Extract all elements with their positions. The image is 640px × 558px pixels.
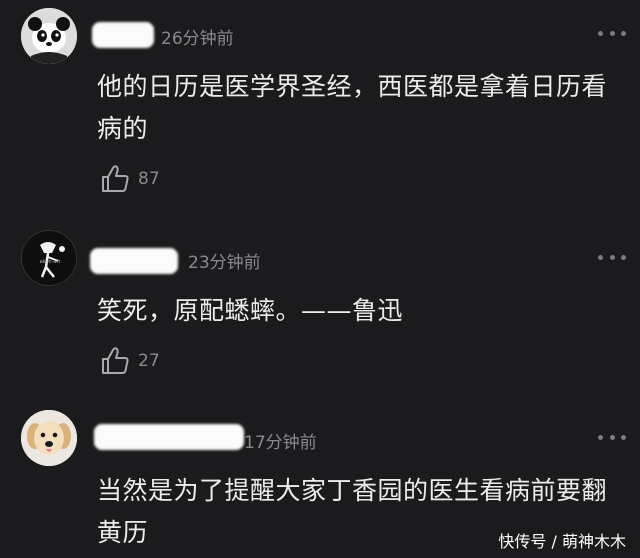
thumbs-up-icon (102, 165, 129, 192)
comment-time: 17分钟前 (244, 433, 317, 453)
sketch-figure-avatar-icon: akon·art (22, 231, 76, 285)
panda-avatar-icon (21, 8, 77, 64)
comment-time: 23分钟前 (188, 253, 261, 273)
more-options-icon[interactable] (598, 432, 626, 442)
username-redacted[interactable] (92, 22, 154, 48)
avatar[interactable] (21, 410, 77, 466)
comment-text: 笑死，原配蟋蟀。——鲁迅 (97, 296, 404, 325)
like-count: 87 (138, 169, 160, 189)
avatar[interactable]: akon·art (21, 230, 77, 286)
thumbs-up-icon (102, 347, 129, 374)
like-count: 27 (138, 351, 160, 371)
more-options-icon[interactable] (598, 28, 626, 38)
avatar[interactable] (21, 8, 77, 64)
like-button[interactable]: 27 (100, 346, 160, 376)
username-redacted[interactable] (94, 424, 244, 450)
puppy-avatar-icon (21, 410, 77, 466)
username-redacted[interactable] (90, 248, 178, 274)
svg-text:akon·art: akon·art (40, 259, 61, 265)
comment-item: akon·art 23分钟前 笑死，原配蟋蟀。——鲁迅 27 (0, 210, 640, 390)
more-options-icon[interactable] (598, 252, 626, 262)
like-button[interactable]: 87 (100, 164, 160, 194)
comment-item: 26分钟前 他的日历是医学界圣经，西医都是拿着日历看病的 87 (0, 0, 640, 210)
source-watermark: 快传号 / 萌神木木 (498, 532, 626, 551)
comment-time: 26分钟前 (161, 29, 234, 49)
comment-text: 他的日历是医学界圣经，西医都是拿着日历看病的 (97, 72, 608, 143)
